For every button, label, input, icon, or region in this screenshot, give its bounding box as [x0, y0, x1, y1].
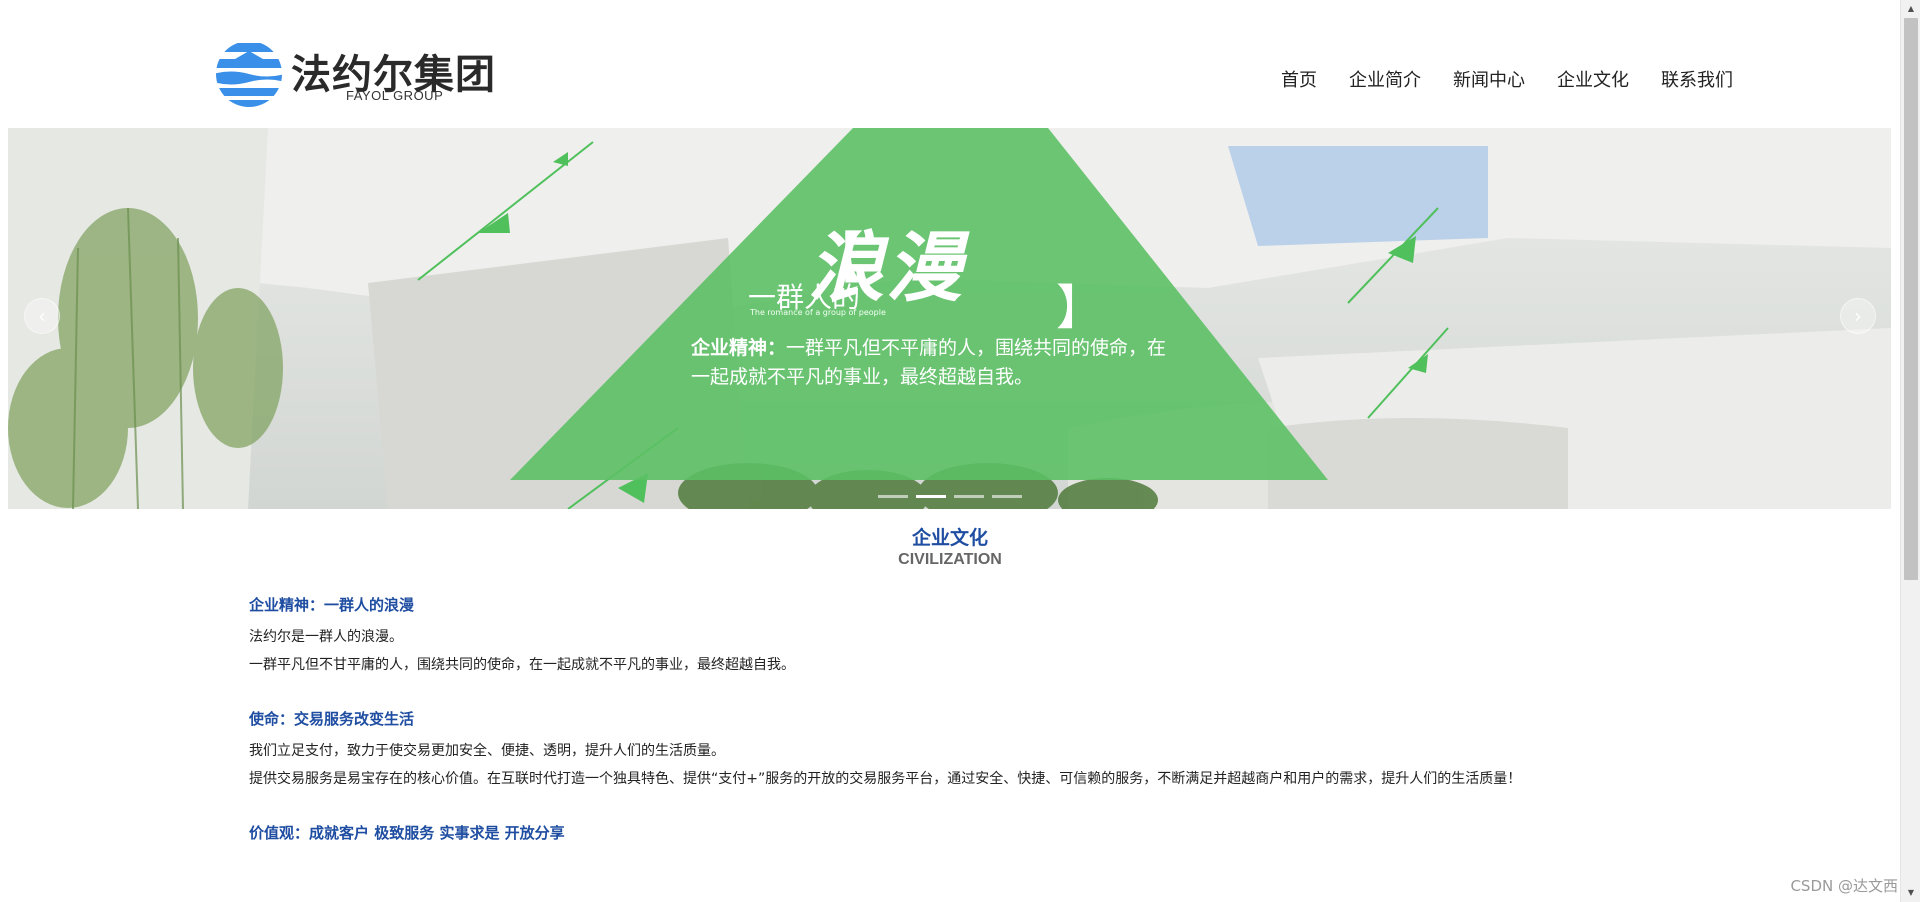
- logo-english-name: FAYOL GROUP: [346, 88, 444, 103]
- logo-mark-icon: [216, 41, 282, 107]
- green-triangle-graphic: [510, 128, 1328, 480]
- carousel-dot-4[interactable]: [992, 495, 1022, 498]
- block-paragraph: 提供交易服务是易宝存在的核心价值。在互联时代打造一个独具特色、提供“支付+”服务…: [249, 771, 1522, 787]
- carousel-dot-2[interactable]: [916, 495, 946, 498]
- carousel-dot-1[interactable]: [878, 495, 908, 498]
- hero-banner: 【 浪漫 】 一群人的 The romance of a group of pe…: [8, 128, 1891, 509]
- scroll-down-icon[interactable]: ▼: [1901, 884, 1920, 902]
- nav-item-culture[interactable]: 企业文化: [1557, 66, 1629, 92]
- chevron-right-icon: ›: [1854, 304, 1862, 328]
- csdn-watermark: CSDN @达文西: [1790, 877, 1898, 895]
- nav-item-about[interactable]: 企业简介: [1349, 66, 1421, 92]
- spirit-label: 企业精神：: [691, 337, 787, 359]
- block-heading-spirit: 企业精神：一群人的浪漫: [249, 596, 415, 614]
- chevron-left-icon: ‹: [38, 304, 46, 328]
- site-header: 法约尔集团 FAYOL GROUP 首页 企业简介 新闻中心 企业文化 联系我们: [0, 0, 1900, 128]
- carousel-prev-button[interactable]: ‹: [24, 298, 60, 334]
- nav-item-home[interactable]: 首页: [1281, 66, 1317, 92]
- section-title: 企业文化: [911, 527, 988, 549]
- culture-content: 企业精神：一群人的浪漫 法约尔是一群人的浪漫。 一群平凡但不甘平庸的人，围绕共同…: [249, 590, 1649, 848]
- block-heading-mission: 使命：交易服务改变生活: [249, 710, 415, 728]
- company-logo[interactable]: 法约尔集团 FAYOL GROUP: [213, 40, 513, 110]
- scrollbar-thumb[interactable]: [1904, 18, 1918, 580]
- nav-item-news[interactable]: 新闻中心: [1453, 66, 1525, 92]
- carousel-dot-3[interactable]: [954, 495, 984, 498]
- carousel-indicators: [878, 495, 1022, 498]
- block-paragraph: 法约尔是一群人的浪漫。: [249, 629, 403, 645]
- carousel-next-button[interactable]: ›: [1840, 298, 1876, 334]
- nav-item-contact[interactable]: 联系我们: [1661, 66, 1733, 92]
- block-paragraph: 我们立足支付，致力于使交易更加安全、便捷、透明，提升人们的生活质量。: [249, 743, 725, 759]
- main-nav: 首页 企业简介 新闻中心 企业文化 联系我们: [1281, 66, 1733, 92]
- scroll-up-icon[interactable]: ▲: [1901, 0, 1920, 18]
- block-paragraph: 一群平凡但不甘平庸的人，围绕共同的使命，在一起成就不平凡的事业，最终超越自我。: [249, 657, 795, 673]
- bracket-right-icon: 】: [1056, 280, 1105, 336]
- vertical-scrollbar[interactable]: ▲ ▼: [1900, 0, 1920, 902]
- slogan-english-text: The romance of a group of people: [750, 308, 886, 317]
- section-subtitle: CIVILIZATION: [898, 551, 1002, 568]
- block-heading-values: 价值观：成就客户 极致服务 实事求是 开放分享: [249, 824, 565, 842]
- banner-spirit-text: 企业精神：一群平凡但不平庸的人，围绕共同的使命，在一起成就不平凡的事业，最终超越…: [691, 334, 1171, 392]
